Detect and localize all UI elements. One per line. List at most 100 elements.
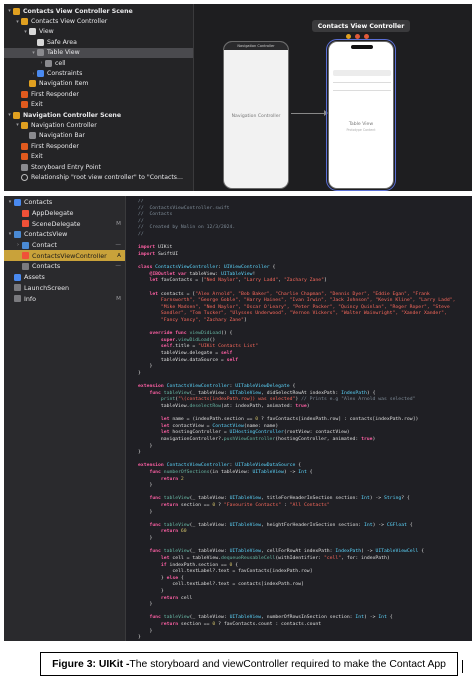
outline-first-responder-2[interactable]: First Responder [4,141,193,151]
outline-view[interactable]: ▾ View [4,27,193,37]
disclosure-chevron-icon[interactable]: ▾ [22,29,29,35]
disclosure-chevron-icon[interactable]: › [38,60,45,66]
contacts-view-controller-scene[interactable]: Table View Prototype Content [326,39,396,191]
swift-file-icon [22,252,29,260]
first-responder-dock-icon[interactable] [355,34,360,39]
code-token: return [160,595,181,601]
code-line: } [138,483,472,490]
code-line: return 2 [138,477,472,484]
outline-safe-area[interactable]: Safe Area [4,37,193,47]
view-controller-dock-icon[interactable] [346,34,351,39]
disclosure-chevron-icon[interactable]: ▾ [6,231,14,237]
code-token: } [138,370,141,376]
code-token: UITableView [220,271,253,277]
code-line: } [138,450,472,457]
outline-item-icon [21,142,28,150]
code-token: else [166,575,179,581]
outline-navigation-scene[interactable]: ▾ Navigation Controller Scene [4,110,193,120]
code-token: ContactsViewController [166,384,230,390]
code-token: UIHostingController [229,430,284,436]
nav-file-appdelegate[interactable]: AppDelegate [4,208,125,219]
disclosure-chevron-icon[interactable]: ▾ [30,50,37,56]
code-line: extension ContactsViewController: UITabl… [138,463,472,470]
outline-item-icon [21,173,28,181]
outline-navigation-controller[interactable]: ▾ Navigation Controller [4,120,193,130]
code-token: tableView.dataSource = [138,357,227,363]
disclosure-chevron-icon[interactable]: ▾ [14,19,21,25]
segue-arrow [291,110,328,116]
nav-file-launchscreen[interactable]: LaunchScreen [4,283,125,294]
outline-first-responder[interactable]: First Responder [4,89,193,99]
code-token: func [149,522,164,528]
code-token: tableView [163,522,190,528]
code-token: func [149,390,164,396]
code-line: tableView.deselectRow(at: indexPath, ani… [138,404,472,411]
swift-file-icon [22,220,29,228]
navigator-item-label: AppDelegate [32,209,74,218]
disclosure-chevron-icon[interactable]: ▾ [14,122,21,128]
nav-file-scenedelegate[interactable]: SceneDelegate M [4,218,125,229]
nav-folder-contactsview[interactable]: ▾ ContactsView [4,229,125,240]
code-token: cell [180,595,193,601]
nav-file-assets[interactable]: Assets [4,272,125,283]
code-line: return section == 0 ? "Favourite Contact… [138,503,472,510]
nav-file-contacts-storyboard[interactable]: Contacts — [4,261,125,272]
code-token: UITableView [252,469,284,475]
disclosure-chevron-icon[interactable]: ▾ [6,112,13,118]
disclosure-chevron-icon[interactable]: ▾ [6,199,14,205]
disclosure-chevron-icon[interactable]: ▾ [6,8,13,14]
code-token: favContacts = [ [160,278,204,284]
scene-title[interactable]: Contacts View Controller [312,20,410,32]
outline-cell[interactable]: › cell [4,58,193,68]
code-token: Int [378,615,387,621]
outline-item-label: Constraints [47,70,83,78]
nav-project-contacts[interactable]: ▾ Contacts [4,197,125,208]
navigator-item-label: LaunchScreen [24,283,70,292]
table-view-label: Table View [348,122,374,127]
outline-storyboard-entry-point[interactable]: Storyboard Entry Point [4,162,193,172]
code-token: tableView: [189,271,221,277]
code-token: { [406,522,413,528]
outline-item-icon [45,59,52,67]
code-token: "Favourite Contacts" [223,503,282,509]
code-token: tableView.delegate = [138,351,221,357]
nav-file-info[interactable]: Info M [4,293,125,304]
outline-navigation-bar[interactable]: Navigation Bar [4,131,193,141]
code-token: } [138,450,141,456]
disclosure-chevron-icon[interactable]: › [30,71,37,77]
code-token: } [138,364,153,370]
outline-item-label: Exit [31,101,43,109]
outline-item-icon [21,121,28,129]
outline-contacts-scene[interactable]: ▾ Contacts View Controller Scene [4,6,193,16]
nav-folder-contact[interactable]: › Contact — [4,240,125,251]
outline-exit[interactable]: Exit [4,100,193,110]
disclosure-chevron-icon[interactable]: › [14,242,22,248]
outline-relationship[interactable]: Relationship "root view controller" to "… [4,172,193,182]
outline-contacts-view-controller[interactable]: ▾ Contacts View Controller [4,16,193,26]
navigator-item-label: ContactsViewController [32,251,107,260]
code-line: tableView.delegate = self [138,351,472,358]
source-code[interactable]: //// ContactsViewController.swift// Cont… [138,199,472,639]
code-token: cell.textLabel?.text = favContacts[index… [138,569,313,575]
outline-navigation-item[interactable]: Navigation Item [4,79,193,89]
code-token: String [384,496,402,502]
code-token: Farnsworth", "George Goble", "Harry Hain… [138,298,456,304]
code-token: tableView [163,390,190,396]
exit-dock-icon[interactable] [364,34,369,39]
code-token: Int [361,496,370,502]
navigation-controller-scene[interactable]: Navigation Controller Navigation Control… [223,41,289,189]
outline-table-view[interactable]: ▾ Table View [4,47,193,58]
code-token: UITableViewDelegate [235,384,290,390]
code-token: UITableViewCell [375,549,419,555]
outline-constraints[interactable]: › Constraints [4,68,193,78]
code-token: (_ tableView: [189,390,230,396]
nav-file-contactsviewcontroller[interactable]: ContactsViewController A [4,250,125,262]
outline-exit-2[interactable]: Exit [4,151,193,161]
